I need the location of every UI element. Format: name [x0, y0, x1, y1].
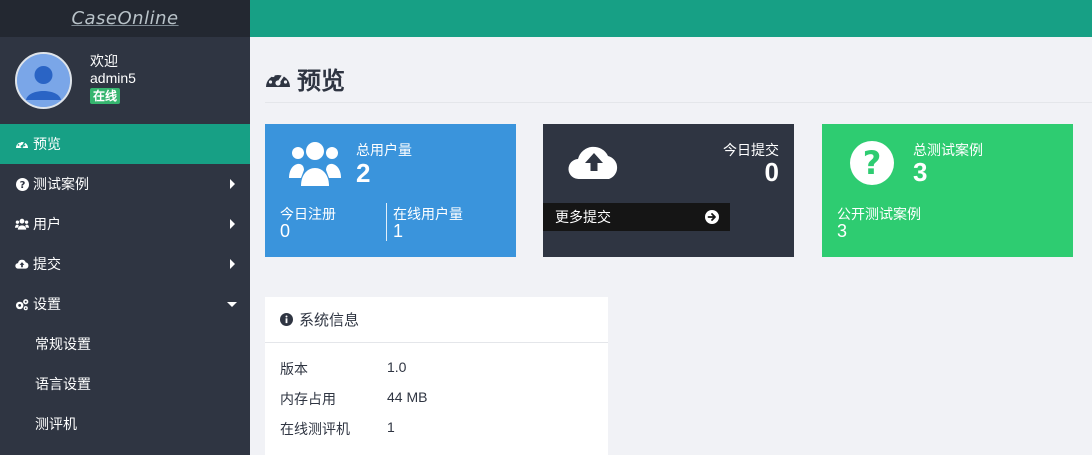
question-circle-icon: ? — [850, 141, 894, 190]
sidebar-item-label: 用户 — [33, 216, 61, 232]
user-info: 欢迎 admin5 在线 — [90, 53, 136, 104]
sidebar-item-label: 设置 — [33, 296, 61, 312]
card-divider — [386, 203, 387, 241]
version-value: 1.0 — [387, 359, 407, 375]
users-group-icon — [289, 138, 341, 191]
dashboard-icon — [265, 68, 291, 90]
sidebar-item-users[interactable]: 用户 — [0, 204, 250, 244]
chevron-down-icon — [227, 301, 237, 307]
system-info-panel: 系统信息 版本 1.0 内存占用 44 MB 在线测评机 1 — [265, 297, 608, 455]
chevron-right-icon — [230, 179, 235, 189]
username: admin5 — [90, 70, 136, 86]
sidebar-item-label: 测试案例 — [33, 176, 89, 192]
users-card: 总用户量 2 今日注册 0 在线用户量 1 — [265, 124, 516, 257]
info-circle-icon — [280, 313, 293, 326]
memory-label: 内存占用 — [280, 391, 336, 407]
sidebar-item-submissions[interactable]: 提交 — [0, 244, 250, 284]
gears-icon — [15, 297, 29, 311]
sidebar-subitem-label: 测评机 — [35, 416, 77, 432]
welcome-text: 欢迎 — [90, 53, 118, 69]
title-divider — [265, 102, 1092, 103]
online-users-label: 在线用户量 — [393, 206, 463, 222]
sidebar-item-testcases[interactable]: ? 测试案例 — [0, 164, 250, 204]
online-users-value: 1 — [393, 221, 404, 241]
submissions-card: 今日提交 0 更多提交 — [543, 124, 794, 257]
system-info-header: 系统信息 — [265, 297, 608, 343]
public-testcases-label: 公开测试案例 — [837, 206, 921, 222]
svg-text:?: ? — [19, 180, 25, 191]
main-content: 预览 总用户量 2 今日注册 0 在线用户量 1 今日提交 0 更多提交 ? 总… — [250, 37, 1092, 455]
arrow-circle-right-icon — [705, 210, 719, 227]
today-registered-value: 0 — [280, 221, 291, 241]
question-icon: ? — [15, 177, 29, 191]
sidebar-subitem-general-settings[interactable]: 常规设置 — [0, 324, 250, 364]
page-title: 预览 — [265, 61, 345, 96]
sidebar-subitem-language-settings[interactable]: 语言设置 — [0, 364, 250, 404]
page-title-text: 预览 — [297, 68, 345, 95]
svg-text:?: ? — [863, 144, 882, 182]
sidebar-subitem-label: 语言设置 — [35, 376, 91, 392]
sidebar: CaseOnline 欢迎 admin5 在线 预览 ? 测试案例 用户 提交 … — [0, 0, 250, 455]
testcases-card: ? 总测试案例 3 公开测试案例 3 — [822, 124, 1073, 257]
app-logo[interactable]: CaseOnline — [71, 8, 178, 29]
chevron-right-icon — [230, 259, 235, 269]
online-judgers-value: 1 — [387, 419, 395, 435]
avatar — [15, 52, 72, 109]
version-label: 版本 — [280, 361, 308, 377]
dashboard-icon — [15, 137, 29, 151]
today-submissions-value: 0 — [764, 157, 779, 187]
top-bar — [250, 0, 1092, 37]
logo-bar: CaseOnline — [0, 0, 250, 37]
chevron-right-icon — [230, 219, 235, 229]
user-panel: 欢迎 admin5 在线 — [0, 37, 250, 124]
users-icon — [15, 217, 29, 231]
sidebar-subitem-judgers[interactable]: 测评机 — [0, 404, 250, 444]
system-info-title: 系统信息 — [299, 312, 360, 329]
cloud-upload-icon — [15, 257, 29, 271]
sidebar-nav: 预览 ? 测试案例 用户 提交 设置 常规设置 语言设置 测评机 — [0, 124, 250, 444]
sidebar-item-dashboard[interactable]: 预览 — [0, 124, 250, 164]
sidebar-subitem-label: 常规设置 — [35, 336, 91, 352]
total-users-label: 总用户量 — [356, 142, 412, 158]
memory-value: 44 MB — [387, 389, 428, 405]
sidebar-item-label: 提交 — [33, 256, 61, 272]
total-testcases-value: 3 — [913, 157, 928, 187]
total-users-value: 2 — [356, 158, 371, 188]
sidebar-item-settings[interactable]: 设置 — [0, 284, 250, 324]
online-judgers-label: 在线测评机 — [280, 421, 350, 437]
more-submissions-label: 更多提交 — [555, 209, 611, 225]
public-testcases-value: 3 — [837, 221, 848, 241]
cloud-upload-icon — [567, 140, 621, 185]
status-badge: 在线 — [90, 88, 121, 104]
more-submissions-button[interactable]: 更多提交 — [543, 203, 730, 231]
sidebar-item-label: 预览 — [33, 136, 61, 152]
